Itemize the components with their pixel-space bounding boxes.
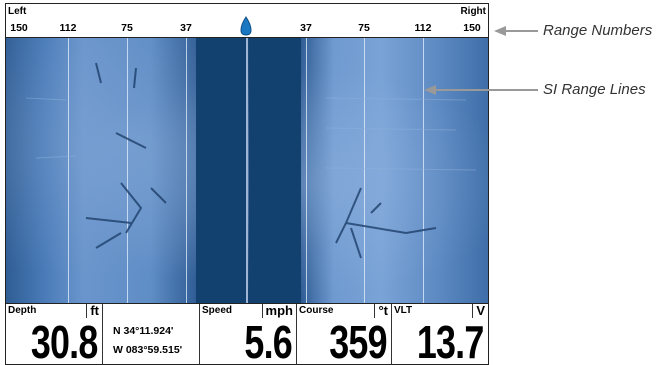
gps-readout: N 34°11.924' W 083°59.515'	[103, 304, 200, 364]
voltage-value: 13.7	[417, 316, 484, 365]
left-label: Left	[8, 6, 27, 17]
sonar-image	[6, 38, 488, 303]
range-number-right-37: 37	[300, 22, 312, 34]
range-number-left-75: 75	[121, 22, 133, 34]
range-number-left-37: 37	[180, 22, 192, 34]
course-readout: Course °t 359	[297, 304, 392, 365]
voltage-readout: VLT V 13.7	[392, 304, 488, 365]
boat-icon	[240, 16, 252, 36]
range-number-left-150: 150	[10, 22, 28, 34]
speed-label: Speed	[202, 305, 233, 316]
gps-latitude: N 34°11.924'	[113, 325, 174, 337]
readout-bar: Depth ft 30.8 N 34°11.924' W 083°59.515'…	[6, 303, 488, 365]
course-value: 359	[329, 316, 387, 365]
range-numbers-callout: Range Numbers	[543, 22, 653, 39]
depth-readout: Depth ft 30.8	[6, 304, 103, 365]
voltage-label: VLT	[394, 305, 413, 316]
right-label: Right	[460, 6, 486, 17]
speed-value: 5.6	[244, 316, 292, 365]
range-number-right-150: 150	[463, 22, 481, 34]
course-label: Course	[299, 305, 334, 316]
si-range-lines-callout: SI Range Lines	[543, 81, 646, 98]
speed-readout: Speed mph 5.6	[200, 304, 297, 365]
range-number-right-112: 112	[414, 22, 432, 34]
depth-value: 30.8	[31, 316, 98, 365]
range-numbers-arrow	[504, 30, 538, 32]
side-imaging-display: Left Right 150 112 75 37 37 75 112 150 D…	[5, 3, 489, 365]
sonar-texture	[25, 62, 477, 259]
range-bar: Left Right 150 112 75 37 37 75 112 150	[6, 4, 488, 38]
range-number-right-75: 75	[358, 22, 370, 34]
si-range-lines-arrow	[434, 89, 538, 91]
range-number-left-112: 112	[59, 22, 77, 34]
gps-longitude: W 083°59.515'	[113, 344, 183, 356]
depth-label: Depth	[8, 305, 37, 316]
